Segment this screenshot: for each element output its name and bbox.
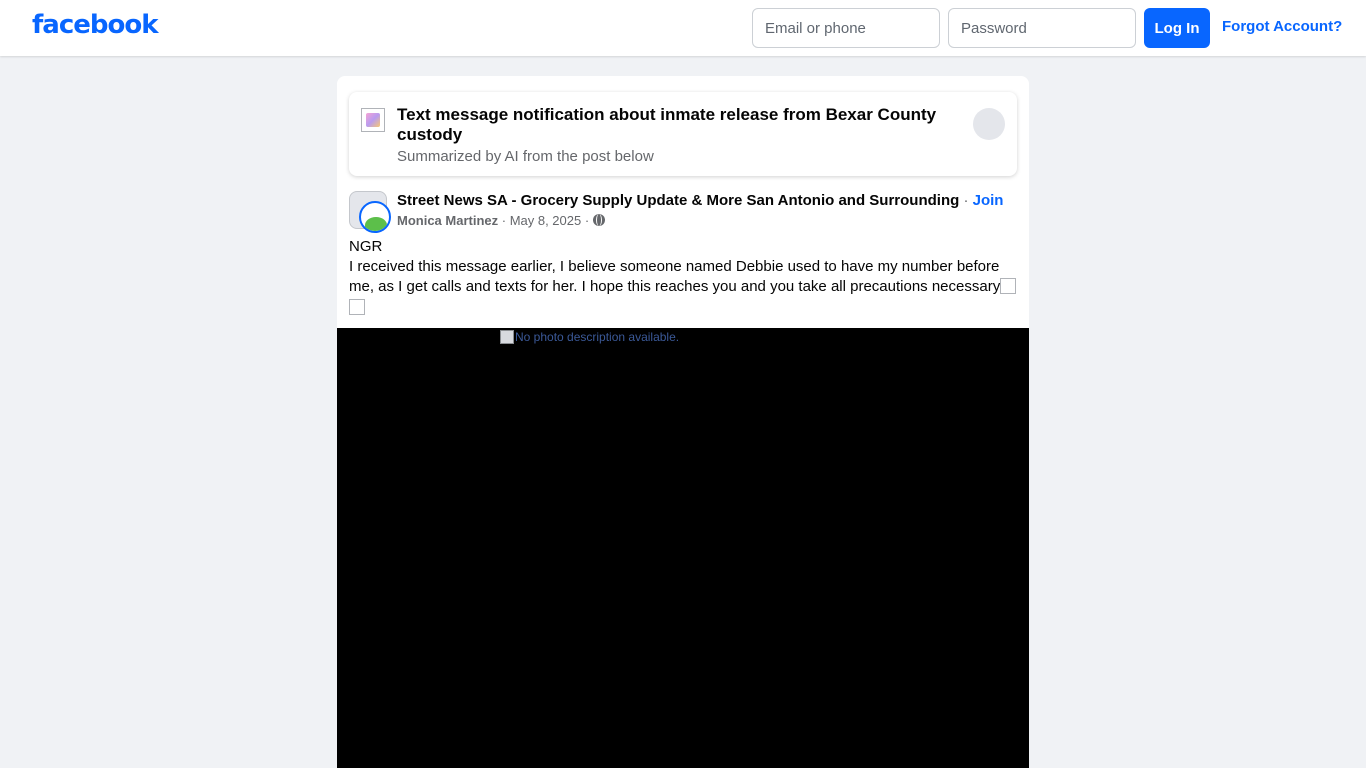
post-text-line: NGR: [349, 238, 383, 255]
broken-image-icon: [500, 330, 514, 344]
post-text: NGR I received this message earlier, I b…: [349, 237, 1017, 315]
summary-subtitle: Summarized by AI from the post below: [397, 148, 654, 165]
post-photo[interactable]: No photo description available.: [337, 328, 1029, 768]
join-link[interactable]: Join: [973, 192, 1004, 209]
post-date[interactable]: May 8, 2025: [510, 213, 582, 228]
login-button[interactable]: Log In: [1144, 8, 1210, 48]
password-input[interactable]: [948, 8, 1136, 48]
photo-alt-label: No photo description available.: [515, 330, 680, 344]
email-input[interactable]: [752, 8, 940, 48]
separator-dot: ·: [959, 192, 973, 209]
photo-alt-text: No photo description available.: [500, 330, 679, 344]
summary-title: Text message notification about inmate r…: [397, 105, 937, 144]
top-navigation-bar: facebook Log In Forgot Account?: [0, 0, 1366, 56]
group-name-line: Street News SA - Grocery Supply Update &…: [397, 192, 1003, 209]
broken-emoji-image-icon: [349, 299, 365, 315]
summary-action-icon[interactable]: [973, 108, 1005, 140]
post-meta: Monica Martinez · May 8, 2025 ·: [397, 213, 605, 228]
author-name[interactable]: Monica Martinez: [397, 213, 498, 228]
broken-emoji-image-icon: [1000, 278, 1017, 294]
facebook-logo[interactable]: facebook: [32, 10, 159, 40]
post-text-body: I received this message earlier, I belie…: [349, 258, 1001, 295]
group-name-link[interactable]: Street News SA - Grocery Supply Update &…: [397, 192, 959, 209]
meta-separator: ·: [581, 213, 593, 228]
summary-image-icon: [361, 108, 385, 132]
forgot-account-link[interactable]: Forgot Account?: [1222, 18, 1342, 35]
globe-icon: [592, 214, 605, 226]
meta-separator: ·: [498, 213, 510, 228]
post-card: Text message notification about inmate r…: [337, 76, 1029, 768]
ai-summary-box[interactable]: Text message notification about inmate r…: [349, 92, 1017, 176]
author-avatar[interactable]: [359, 201, 391, 233]
